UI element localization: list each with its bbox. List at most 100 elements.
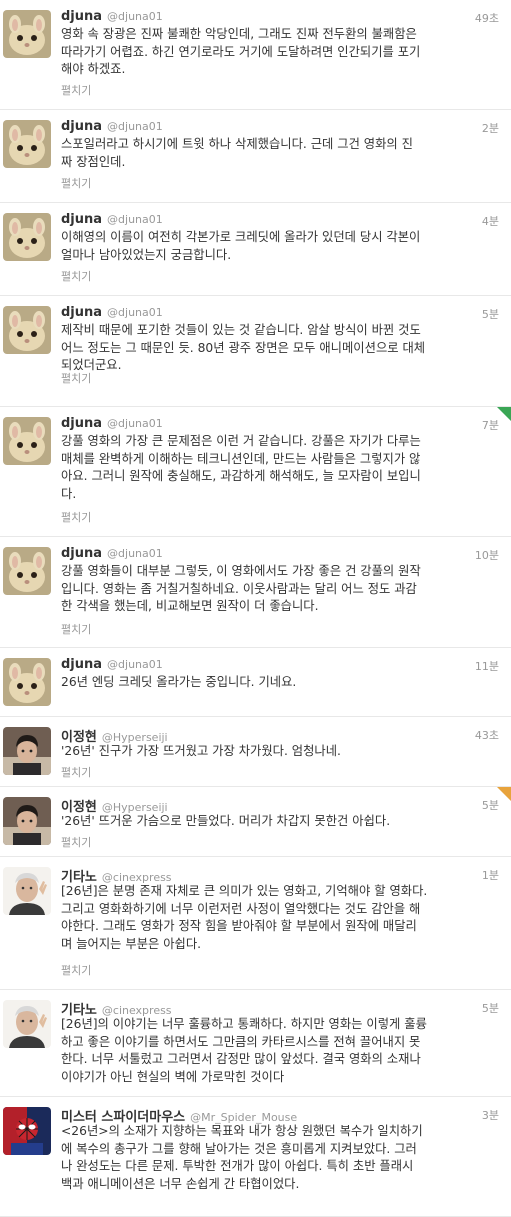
tweet-item[interactable]: djuna @djuna01 10분 강풀 영화들이 대부분 그렇듯, 이 영화에서도… xyxy=(0,537,511,648)
tweet-header: djuna @djuna01 7분 xyxy=(61,416,499,434)
tweet-item[interactable]: 기타노 @cinexpress 1분 [26년]은 분명 존재 자체로 큰 의미가 있… xyxy=(0,857,511,990)
timestamp[interactable]: 5분 xyxy=(482,1000,499,1016)
user-name[interactable]: djuna xyxy=(61,9,102,24)
tweet-text: 강풀 영화들이 대부분 그렇듯, 이 영화에서도 가장 좋은 건 강풀의 원작 입… xyxy=(61,563,501,616)
timestamp[interactable]: 3분 xyxy=(482,1107,499,1123)
avatar[interactable] xyxy=(3,1107,51,1155)
tweet-text: <26년>의 소재가 지향하는 목표와 내가 항상 원했던 복수가 일치하기에 … xyxy=(61,1123,501,1193)
expand-link[interactable]: 펼치기 xyxy=(61,962,91,978)
tweet-text-line: [26년]은 분명 존재 자체로 큰 의미가 있는 영화고, 기억해야 할 영화… xyxy=(61,884,428,898)
avatar[interactable] xyxy=(3,867,51,915)
tweet-text-line: 짜 장점인데. xyxy=(61,154,126,169)
timestamp[interactable]: 5분 xyxy=(482,306,499,322)
user-handle[interactable]: @djuna01 xyxy=(107,547,163,560)
tweet-text-line: 하고 좋은 이야기를 하면서도 그만큼의 카타르시스를 전혀 끌어내지 못 xyxy=(61,1034,421,1049)
tweet-text-line: 아요. 그러니 원작에 충실해도, 과감하게 해석해도, 늘 모자람이 보입니 xyxy=(61,469,421,483)
avatar[interactable] xyxy=(3,10,51,58)
avatar[interactable] xyxy=(3,306,51,354)
tweet-text-line: 야한다. 그래도 영화가 정작 힘을 받아줘야 할 부분에서 원작에 매달리 xyxy=(61,919,417,933)
tweet-header: 미스터 스파이더마우스 @Mr_Spider_Mouse 3분 xyxy=(61,1106,499,1125)
tweet-header: djuna @djuna01 4분 xyxy=(61,212,499,230)
tweet-text-line: 제작비 때문에 포기한 것들이 있는 것 같습니다. 암살 방식이 바뀐 것도 xyxy=(61,323,421,337)
tweet-item[interactable]: djuna @djuna01 11분 26년 엔딩 크레딧 올라가는 중입니다. 기네… xyxy=(0,648,511,717)
tweet-text: 이해영의 이름이 여전히 각본가로 크레딧에 올라가 있던데 당시 각본이 얼마나… xyxy=(61,229,501,264)
avatar[interactable] xyxy=(3,120,51,168)
expand-link[interactable]: 펼치기 xyxy=(61,509,91,525)
tweet-text-line: 매체를 완벽하게 이해하는 테크니션인데, 만드는 사람들은 그렇지가 않 xyxy=(61,451,421,466)
user-handle[interactable]: @djuna01 xyxy=(107,306,163,319)
user-name[interactable]: djuna xyxy=(61,119,102,134)
tweet-item[interactable]: djuna @djuna01 5분 제작비 때문에 포기한 것들이 있는 것 같습니다… xyxy=(0,296,511,407)
user-name[interactable]: djuna xyxy=(61,305,102,320)
tweet-item[interactable]: 이정현 @Hyperseiji 5분 '26년' 뜨거운 가슴으로 만들었다. 머리가… xyxy=(0,787,511,857)
tweet-text-line: 한 각색을 했는데, 비교해보면 원작이 더 좋습니다. xyxy=(61,599,319,613)
tweet-item[interactable]: djuna @djuna01 4분 이해영의 이름이 여전히 각본가로 크레딧에 올라… xyxy=(0,203,511,296)
tweet-text-line: 다. xyxy=(61,486,77,501)
tweet-text: [26년]은 분명 존재 자체로 큰 의미가 있는 영화고, 기억해야 할 영화… xyxy=(61,883,501,953)
tweet-text-line: 따라가기 어렵죠. 하긴 연기로라도 거기에 도달하려면 인간되기를 포기 xyxy=(61,44,421,59)
favorite-corner-icon xyxy=(497,407,511,421)
tweet-text-line: 백과 애니메이션은 너무 손쉽게 간 타협이었다. xyxy=(61,1176,300,1191)
avatar[interactable] xyxy=(3,213,51,261)
tweet-text-line: <26년>의 소재가 지향하는 목표와 내가 항상 원했던 복수가 일치하기 xyxy=(61,1124,423,1138)
tweet-text-line: 스포일러라고 하시기에 트윗 하나 삭제했습니다. 근데 그건 영화의 진 xyxy=(61,137,413,151)
tweet-header: 이정현 @Hyperseiji 5분 xyxy=(61,796,499,815)
tweet-text-line: 한다. 너무 서툴렀고 그러면서 감정만 많이 앞섰다. 결국 영화의 소재나 xyxy=(61,1052,421,1066)
timestamp[interactable]: 4분 xyxy=(482,213,499,229)
tweet-item[interactable]: 이정현 @Hyperseiji 43초 '26년' 진구가 가장 뜨거웠고 가장 차가… xyxy=(0,717,511,787)
tweet-text-line: 이해영의 이름이 여전히 각본가로 크레딧에 올라가 있던데 당시 각본이 xyxy=(61,230,421,244)
tweet-header: djuna @djuna01 49초 xyxy=(61,9,499,27)
tweet-item[interactable]: 미스터 스파이더마우스 @Mr_Spider_Mouse 3분 <26년>의 소재가 … xyxy=(0,1097,511,1217)
expand-link[interactable]: 펼치기 xyxy=(61,268,91,284)
avatar[interactable] xyxy=(3,417,51,465)
timestamp[interactable]: 43초 xyxy=(475,727,499,743)
favorite-corner-icon xyxy=(497,787,511,801)
avatar[interactable] xyxy=(3,727,51,775)
tweet-text: 제작비 때문에 포기한 것들이 있는 것 같습니다. 암살 방식이 바뀐 것도 어… xyxy=(61,322,501,375)
user-handle[interactable]: @djuna01 xyxy=(107,417,163,430)
tweet-item[interactable]: djuna @djuna01 49초 영화 속 장광은 진짜 불쾌한 악당인데, 그래… xyxy=(0,0,511,110)
tweet-text-line: 며 늘어지는 부분은 아쉽다. xyxy=(61,936,202,951)
expand-link[interactable]: 펼치기 xyxy=(61,370,91,386)
tweet-header: 기타노 @cinexpress 5분 xyxy=(61,999,499,1018)
tweet-item[interactable]: djuna @djuna01 7분 강풀 영화의 가장 큰 문제점은 이런 거 같습니… xyxy=(0,407,511,537)
tweet-text: 영화 속 장광은 진짜 불쾌한 악당인데, 그래도 진짜 전두환의 불쾌함은따라… xyxy=(61,26,501,79)
user-name[interactable]: djuna xyxy=(61,212,102,227)
tweet-text-line: 강풀 영화들이 대부분 그렇듯, 이 영화에서도 가장 좋은 건 강풀의 원작 xyxy=(61,564,421,578)
tweet-item[interactable]: 기타노 @cinexpress 5분 [26년]의 이야기는 너무 훌륭하고 통쾌하다… xyxy=(0,990,511,1097)
user-handle[interactable]: @djuna01 xyxy=(107,213,163,226)
tweet-text-line: 영화 속 장광은 진짜 불쾌한 악당인데, 그래도 진짜 전두환의 불쾌함은 xyxy=(61,27,417,41)
expand-link[interactable]: 펼치기 xyxy=(61,834,91,850)
user-handle[interactable]: @djuna01 xyxy=(107,658,163,671)
avatar[interactable] xyxy=(3,658,51,706)
expand-link[interactable]: 펼치기 xyxy=(61,621,91,637)
tweet-item[interactable]: djuna @djuna01 2분스포일러라고 하시기에 트윗 하나 삭제했습니다.… xyxy=(0,110,511,203)
expand-link[interactable]: 펼치기 xyxy=(61,764,91,780)
avatar[interactable] xyxy=(3,1000,51,1048)
expand-link[interactable]: 펼치기 xyxy=(61,82,91,98)
tweet-text-line: [26년]의 이야기는 너무 훌륭하고 통쾌하다. 하지만 영화는 이렇게 훌륭 xyxy=(61,1017,427,1031)
timestamp[interactable]: 11분 xyxy=(475,658,499,674)
avatar[interactable] xyxy=(3,797,51,845)
timestamp[interactable]: 10분 xyxy=(475,547,499,563)
timestamp[interactable]: 2분 xyxy=(482,120,499,136)
tweet-text: '26년' 뜨거운 가슴으로 만들었다. 머리가 차갑지 못한건 아쉽다. xyxy=(61,813,501,831)
tweet-header: 이정현 @Hyperseiji 43초 xyxy=(61,726,499,745)
tweet-text-line: 강풀 영화의 가장 큰 문제점은 이런 거 같습니다. 강풀은 자기가 다루는 xyxy=(61,434,421,448)
avatar[interactable] xyxy=(3,547,51,595)
tweet-text-line: 그리고 영화화하기에 너무 이런저런 사정이 열악했다는 것도 감안을 해 xyxy=(61,901,421,916)
tweet-text-line: 이야기가 아닌 현실의 벽에 가로막힌 것이다 xyxy=(61,1069,285,1084)
tweet-text: 강풀 영화의 가장 큰 문제점은 이런 거 같습니다. 강풀은 자기가 다루는매… xyxy=(61,433,501,503)
user-name[interactable]: djuna xyxy=(61,546,102,561)
tweet-text-line: 에 복수의 총구가 그를 향해 날아가는 것은 흥미롭게 지켜보았다. 그러 xyxy=(61,1141,417,1156)
tweet-text: [26년]의 이야기는 너무 훌륭하고 통쾌하다. 하지만 영화는 이렇게 훌륭… xyxy=(61,1016,501,1086)
user-name[interactable]: djuna xyxy=(61,416,102,431)
user-handle[interactable]: @djuna01 xyxy=(107,10,163,23)
timestamp[interactable]: 1분 xyxy=(482,867,499,883)
expand-link[interactable]: 펼치기 xyxy=(61,175,91,191)
tweet-header: djuna @djuna01 5분 xyxy=(61,305,499,323)
tweet-text: '26년' 진구가 가장 뜨거웠고 가장 차가웠다. 엄청나네. xyxy=(61,743,501,761)
user-name[interactable]: djuna xyxy=(61,657,102,672)
user-handle[interactable]: @djuna01 xyxy=(107,120,163,133)
timestamp[interactable]: 49초 xyxy=(475,10,499,26)
